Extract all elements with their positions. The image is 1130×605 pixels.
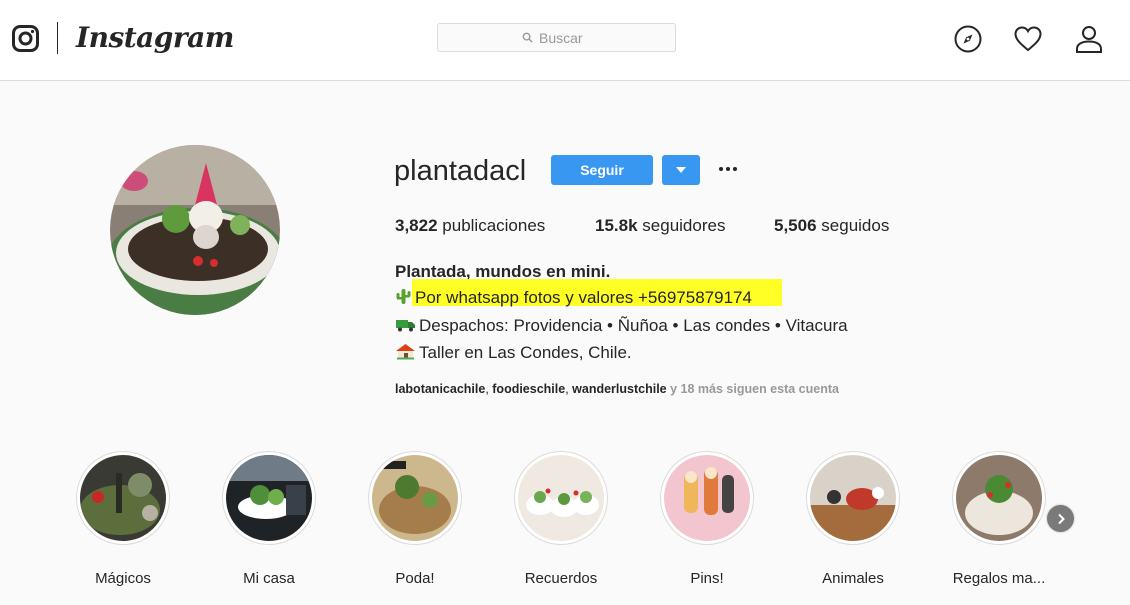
follow-button[interactable]: Seguir [551, 155, 653, 185]
more-options-button[interactable] [716, 158, 740, 180]
top-nav: Instagram [0, 0, 1130, 81]
bio-line2-text: Despachos: Providencia • Ñuñoa • Las con… [419, 316, 848, 335]
profile-avatar[interactable] [110, 145, 280, 315]
bio-line-delivery: Despachos: Providencia • Ñuñoa • Las con… [395, 315, 848, 337]
following-label: seguidos [821, 216, 890, 235]
highlight-label: Pins! [690, 570, 724, 587]
search-input[interactable] [539, 29, 591, 46]
followed-by-user[interactable]: labotanicachile [395, 382, 485, 396]
chevron-down-icon [676, 167, 686, 173]
house-icon [395, 343, 416, 360]
instagram-wordmark[interactable]: Instagram [76, 20, 234, 56]
person-icon[interactable] [1074, 24, 1104, 54]
highlight-item[interactable]: Animales [793, 451, 913, 588]
search-icon [522, 32, 533, 43]
highlight-label: Mágicos [95, 570, 151, 587]
highlight-item[interactable]: Poda! [355, 451, 475, 588]
heart-icon[interactable] [1013, 24, 1043, 54]
highlight-cover [952, 451, 1046, 545]
followers-count: 15.8k [595, 216, 638, 235]
search-box[interactable] [437, 23, 676, 52]
bio-line-workshop: Taller en Las Condes, Chile. [395, 342, 632, 364]
highlight-item[interactable]: Mi casa [209, 451, 329, 588]
suggestions-dropdown-button[interactable] [662, 155, 700, 185]
chevron-right-icon [1057, 513, 1065, 524]
highlight-label: Animales [822, 570, 884, 587]
highlight-label: Regalos ma... [952, 570, 1046, 587]
more-dots-icon [719, 167, 723, 171]
followed-by[interactable]: labotanicachile, foodieschile, wanderlus… [395, 381, 839, 397]
followers-label: seguidores [642, 216, 726, 235]
highlight-item[interactable]: Recuerdos [501, 451, 621, 588]
following-count: 5,506 [774, 216, 817, 235]
stat-posts: 3,822 publicaciones [395, 215, 545, 237]
highlight-cover [660, 451, 754, 545]
posts-label: publicaciones [442, 216, 546, 235]
followed-by-user[interactable]: wanderlustchile [572, 382, 666, 396]
bio-line3-text: Taller en Las Condes, Chile. [419, 343, 632, 362]
highlight-item[interactable]: Pins! [647, 451, 767, 588]
bio-line-whatsapp: Por whatsapp fotos y valores +5697587917… [395, 287, 752, 309]
instagram-glyph-icon[interactable] [12, 25, 39, 52]
highlight-label: Recuerdos [524, 570, 598, 587]
highlight-cover [806, 451, 900, 545]
truck-icon [395, 316, 416, 333]
posts-count: 3,822 [395, 216, 438, 235]
logo-divider [57, 22, 58, 54]
stat-following[interactable]: 5,506 seguidos [774, 215, 889, 237]
highlight-label: Mi casa [243, 570, 295, 587]
bio-line1-text: Por whatsapp fotos y valores +5697587917… [415, 288, 752, 307]
highlight-label: Poda! [395, 570, 435, 587]
highlight-cover [368, 451, 462, 545]
highlight-item[interactable]: Mágicos [63, 451, 183, 588]
stat-followers[interactable]: 15.8k seguidores [595, 215, 725, 237]
highlights-next-button[interactable] [1047, 505, 1074, 532]
highlight-cover [222, 451, 316, 545]
highlight-cover [76, 451, 170, 545]
highlight-item[interactable]: Regalos ma... [939, 451, 1059, 588]
followed-by-more[interactable]: y 18 más siguen esta cuenta [670, 382, 839, 396]
compass-icon[interactable] [953, 24, 983, 54]
profile-username: plantadacl [394, 155, 527, 187]
cactus-icon [395, 288, 412, 305]
highlight-cover [514, 451, 608, 545]
followed-by-user[interactable]: foodieschile [492, 382, 565, 396]
